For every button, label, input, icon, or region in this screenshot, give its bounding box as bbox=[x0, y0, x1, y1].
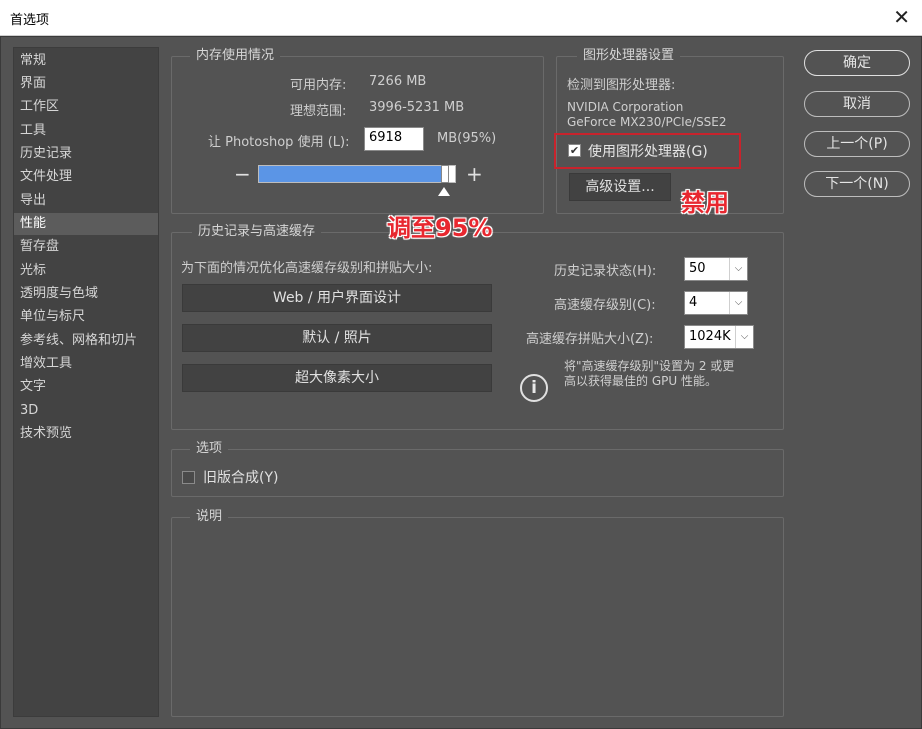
options-title: 选项 bbox=[190, 441, 229, 457]
memory-use-input[interactable]: 6918 bbox=[364, 127, 424, 151]
gpu-settings-title: 图形处理器设置 bbox=[577, 48, 681, 64]
sidebar-item-units-rulers[interactable]: 单位与标尺 bbox=[14, 306, 158, 328]
next-button[interactable]: 下一个(N) bbox=[804, 171, 910, 197]
memory-slider[interactable] bbox=[258, 165, 456, 183]
huge-pixel-dimensions-button[interactable]: 超大像素大小 bbox=[182, 364, 492, 392]
cache-tile-size-value: 1024K bbox=[689, 329, 731, 344]
history-states-label: 历史记录状态(H): bbox=[554, 264, 657, 279]
sidebar-item-plugins[interactable]: 增效工具 bbox=[14, 353, 158, 375]
history-states-value: 50 bbox=[689, 261, 706, 276]
description-title: 说明 bbox=[190, 509, 229, 525]
gpu-annotation: 禁用 bbox=[681, 189, 729, 217]
memory-slider-thumb[interactable] bbox=[441, 165, 449, 183]
cache-levels-select[interactable]: 4 ⌵ bbox=[684, 291, 748, 315]
sidebar-item-performance[interactable]: 性能 bbox=[14, 213, 158, 235]
minus-icon[interactable]: − bbox=[234, 164, 251, 184]
cache-tile-size-label: 高速缓存拼贴大小(Z): bbox=[526, 332, 654, 347]
ideal-range-label: 理想范围: bbox=[290, 104, 347, 119]
sidebar-item-general[interactable]: 常规 bbox=[14, 50, 158, 72]
chevron-down-icon: ⌵ bbox=[729, 258, 747, 280]
cancel-button[interactable]: 取消 bbox=[804, 91, 910, 117]
default-photos-button[interactable]: 默认 / 照片 bbox=[182, 324, 492, 352]
chevron-down-icon: ⌵ bbox=[729, 292, 747, 314]
gpu-detected-label: 检测到图形处理器: bbox=[567, 78, 676, 93]
legacy-compositing-checkbox[interactable] bbox=[182, 471, 195, 484]
sidebar-item-interface[interactable]: 界面 bbox=[14, 73, 158, 95]
sidebar-item-history-log[interactable]: 历史记录 bbox=[14, 143, 158, 165]
sidebar-item-transparency[interactable]: 透明度与色域 bbox=[14, 283, 158, 305]
gpu-model: GeForce MX230/PCIe/SSE2 bbox=[567, 115, 727, 129]
history-cache-title: 历史记录与高速缓存 bbox=[192, 224, 322, 240]
legacy-compositing-label: 旧版合成(Y) bbox=[203, 470, 279, 486]
slider-annotation: 调至95% bbox=[387, 214, 493, 242]
sidebar-item-cursors[interactable]: 光标 bbox=[14, 260, 158, 282]
sidebar-item-export[interactable]: 导出 bbox=[14, 190, 158, 212]
sidebar: 常规 界面 工作区 工具 历史记录 文件处理 导出 性能 暂存盘 光标 透明度与… bbox=[13, 47, 159, 717]
slider-pointer-icon bbox=[438, 187, 450, 196]
title-bar: 首选项 ✕ bbox=[0, 0, 922, 36]
sidebar-item-3d[interactable]: 3D bbox=[14, 400, 158, 422]
preferences-dialog: 常规 界面 工作区 工具 历史记录 文件处理 导出 性能 暂存盘 光标 透明度与… bbox=[0, 36, 922, 729]
window-title: 首选项 bbox=[10, 13, 50, 28]
photoshop-use-label: 让 Photoshop 使用 (L): bbox=[208, 135, 350, 150]
cache-optimize-label: 为下面的情况优化高速缓存级别和拼贴大小: bbox=[181, 261, 433, 276]
chevron-down-icon: ⌵ bbox=[735, 326, 753, 348]
sidebar-item-type[interactable]: 文字 bbox=[14, 376, 158, 398]
cache-levels-label: 高速缓存级别(C): bbox=[554, 298, 656, 313]
cache-levels-value: 4 bbox=[689, 295, 698, 310]
sidebar-item-workspace[interactable]: 工作区 bbox=[14, 96, 158, 118]
ideal-range-value: 3996-5231 MB bbox=[369, 100, 465, 115]
sidebar-item-tools[interactable]: 工具 bbox=[14, 120, 158, 142]
ok-button[interactable]: 确定 bbox=[804, 50, 910, 76]
info-icon: i bbox=[520, 374, 548, 402]
description-group: 说明 bbox=[171, 509, 784, 717]
available-memory-label: 可用内存: bbox=[290, 78, 347, 93]
web-ui-design-button[interactable]: Web / 用户界面设计 bbox=[182, 284, 492, 312]
history-states-select[interactable]: 50 ⌵ bbox=[684, 257, 748, 281]
advanced-settings-button[interactable]: 高级设置... bbox=[569, 173, 671, 201]
available-memory-value: 7266 MB bbox=[369, 74, 427, 89]
cache-tile-size-select[interactable]: 1024K ⌵ bbox=[684, 325, 754, 349]
sidebar-item-scratch-disks[interactable]: 暂存盘 bbox=[14, 236, 158, 258]
memory-usage-title: 内存使用情况 bbox=[190, 48, 281, 64]
sidebar-item-guides-grid[interactable]: 参考线、网格和切片 bbox=[14, 330, 158, 352]
plus-icon[interactable]: + bbox=[466, 164, 483, 184]
memory-slider-fill bbox=[259, 166, 441, 182]
sidebar-item-tech-preview[interactable]: 技术预览 bbox=[14, 423, 158, 445]
memory-use-unit: MB(95%) bbox=[437, 131, 497, 146]
gpu-tip-line2: 高以获得最佳的 GPU 性能。 bbox=[564, 374, 717, 388]
sidebar-item-file-handling[interactable]: 文件处理 bbox=[14, 166, 158, 188]
gpu-vendor: NVIDIA Corporation bbox=[567, 100, 684, 114]
use-gpu-checkbox[interactable]: ✔ bbox=[568, 144, 581, 157]
use-gpu-label: 使用图形处理器(G) bbox=[588, 144, 708, 160]
prev-button[interactable]: 上一个(P) bbox=[804, 131, 910, 157]
close-icon[interactable]: ✕ bbox=[893, 5, 910, 29]
